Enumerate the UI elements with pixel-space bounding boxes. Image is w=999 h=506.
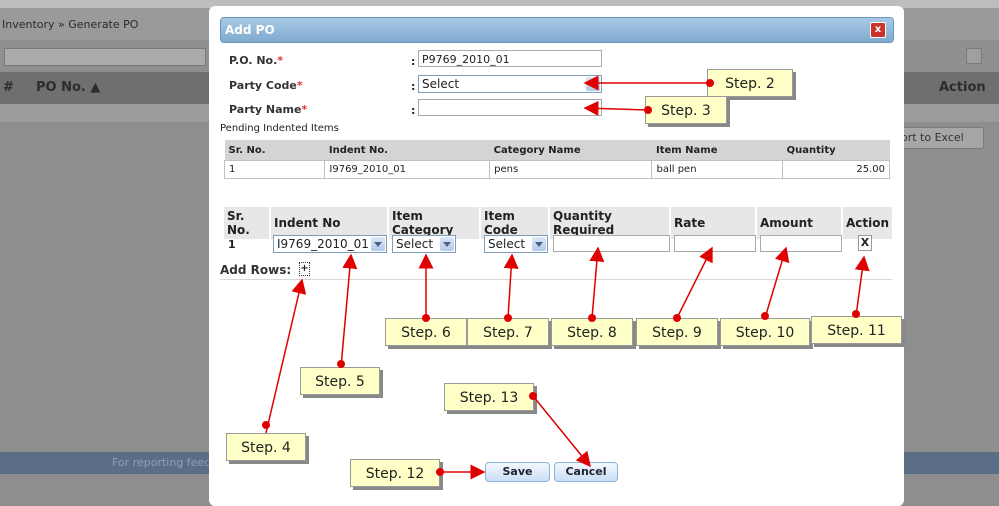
annotation-arrows: [262, 75, 870, 480]
arrow-step-13: [532, 395, 591, 468]
arrow-dot: [529, 392, 537, 400]
arrow-step-10: [764, 246, 790, 319]
arrow-step-3: [583, 100, 649, 116]
arrow-step-9: [676, 246, 713, 319]
arrow-dot: [436, 468, 444, 476]
arrow-dot: [852, 310, 860, 318]
arrow-dot: [337, 360, 345, 368]
arrow-step-4: [265, 278, 307, 434]
arrow-step-7: [503, 253, 519, 319]
arrow-dot: [422, 314, 430, 322]
arrow-dot: [644, 106, 652, 114]
arrow-dot: [706, 79, 714, 87]
arrow-dot: [504, 314, 512, 322]
arrow-step-11: [854, 255, 870, 317]
arrow-step-8: [589, 246, 605, 319]
arrow-dot: [673, 314, 681, 322]
arrow-dot: [262, 421, 270, 429]
arrow-dot: [588, 314, 596, 322]
arrow-step-5: [340, 253, 358, 368]
arrow-dot: [761, 312, 769, 320]
